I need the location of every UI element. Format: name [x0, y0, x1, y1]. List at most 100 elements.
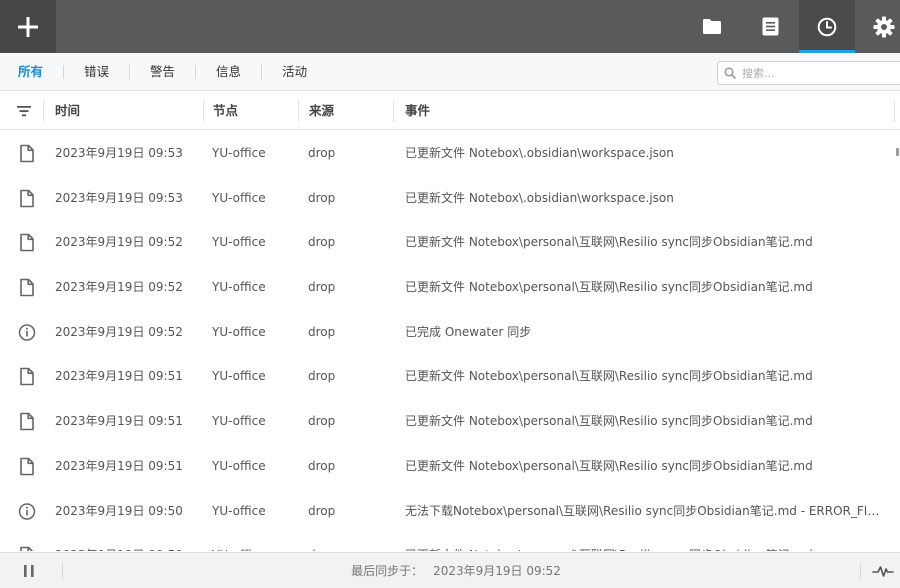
row-node: YU-office — [212, 235, 266, 250]
header-divider — [203, 100, 204, 122]
column-header-node[interactable]: 节点 — [213, 92, 238, 130]
add-folder-button[interactable] — [0, 0, 56, 53]
column-header-time[interactable]: 时间 — [55, 92, 80, 130]
gear-icon — [873, 16, 895, 37]
filter-tabs: 所有 错误 警告 信息 活动 — [0, 53, 327, 91]
row-time: 2023年9月19日 09:51 — [55, 369, 183, 384]
history-row[interactable]: 2023年9月19日 09:52 YU-office drop 已更新文件 No… — [0, 220, 900, 265]
tab-info[interactable]: 信息 — [195, 65, 261, 79]
header-divider — [894, 100, 895, 122]
row-node: YU-office — [212, 190, 266, 205]
row-source: drop — [308, 369, 336, 384]
row-source: drop — [308, 533, 398, 551]
row-event: 已完成 Onewater 同步 — [405, 324, 532, 339]
row-event: 已更新文件 Notebox\personal\互联网\Resilio sync同… — [405, 369, 813, 384]
row-time: 2023年9月19日 09:52 — [55, 280, 183, 295]
file-icon — [18, 546, 36, 551]
row-event: 已更新文件 Notebox\personal\互联网\Resilio sync同… — [405, 280, 813, 295]
top-toolbar — [0, 0, 900, 53]
search-box — [717, 61, 900, 85]
row-time: 2023年9月19日 09:52 — [55, 235, 183, 250]
row-event: 已更新文件 Notebox\.obsidian\workspace.json — [405, 146, 674, 160]
nav-history-button[interactable] — [799, 0, 855, 53]
row-source: drop — [308, 146, 336, 160]
row-node: YU-office — [212, 414, 266, 429]
nav-folders-button[interactable] — [684, 0, 740, 53]
file-icon — [18, 233, 36, 252]
history-row[interactable]: 2023年9月19日 09:52 YU-office drop 已更新文件 No… — [0, 265, 900, 310]
file-icon — [18, 189, 36, 208]
row-time: 2023年9月19日 09:51 — [55, 414, 183, 429]
last-sync-text: 最后同步于： 2023年9月19日 09:52 — [0, 553, 900, 588]
row-time: 2023年9月19日 09:50 — [55, 503, 183, 518]
row-node: YU-office — [212, 369, 266, 384]
tab-errors[interactable]: 错误 — [63, 65, 129, 79]
table-header: 时间 节点 来源 事件 — [0, 92, 900, 130]
row-time: 2023年9月19日 09:52 — [55, 324, 183, 339]
row-node: YU-office — [212, 146, 266, 160]
row-source: drop — [308, 280, 336, 295]
column-header-event[interactable]: 事件 — [405, 92, 430, 130]
folder-icon — [703, 19, 721, 34]
status-bar: 最后同步于： 2023年9月19日 09:52 — [0, 552, 900, 588]
nav-transfers-button[interactable] — [742, 0, 798, 53]
history-row[interactable]: 2023年9月19日 09:53 YU-office drop 已更新文件 No… — [0, 176, 900, 221]
tab-activity[interactable]: 活动 — [261, 65, 327, 79]
filter-bar: 所有 错误 警告 信息 活动 — [0, 53, 900, 91]
status-divider — [62, 563, 63, 579]
history-row[interactable]: 2023年9月19日 09:51 YU-office drop 已更新文件 No… — [0, 444, 900, 489]
row-time: 2023年9月19日 09:51 — [55, 458, 183, 473]
row-time: 2023年9月19日 09:53 — [55, 190, 183, 205]
row-event: 已更新文件 Notebox\personal\互联网\Resilio sync同… — [405, 458, 813, 473]
file-icon — [18, 367, 36, 386]
row-time: 2023年9月19日 09:50 — [55, 533, 205, 551]
row-source: drop — [308, 503, 336, 518]
document-list-icon — [762, 17, 778, 36]
last-sync-label: 最后同步于： — [351, 564, 424, 578]
file-icon — [18, 457, 36, 476]
row-event: 已更新文件 Notebox\personal\互联网\Resilio sync同… — [405, 533, 885, 551]
row-node: YU-office — [212, 533, 302, 551]
filter-lines-icon[interactable] — [14, 102, 34, 120]
scrollbar-thumb[interactable] — [896, 148, 899, 156]
row-node: YU-office — [212, 503, 266, 518]
row-node: YU-office — [212, 458, 266, 473]
row-source: drop — [308, 458, 336, 473]
file-icon — [18, 412, 36, 431]
row-event: 已更新文件 Notebox\personal\互联网\Resilio sync同… — [405, 235, 813, 250]
row-source: drop — [308, 190, 336, 205]
plus-icon — [18, 16, 38, 37]
info-icon — [18, 502, 36, 521]
header-divider — [43, 100, 44, 122]
row-source: drop — [308, 235, 336, 250]
history-row[interactable]: 2023年9月19日 09:53 YU-office drop 已更新文件 No… — [0, 131, 900, 176]
info-icon — [18, 323, 36, 342]
pause-icon[interactable] — [20, 563, 38, 579]
row-node: YU-office — [212, 280, 266, 295]
column-header-source[interactable]: 来源 — [309, 92, 334, 130]
row-node: YU-office — [212, 324, 266, 339]
clock-icon — [817, 17, 837, 36]
search-input[interactable] — [742, 66, 892, 80]
search-icon — [724, 67, 736, 79]
history-row[interactable]: 2023年9月19日 09:50 YU-office drop 已更新文件 No… — [0, 533, 900, 551]
tab-all[interactable]: 所有 — [0, 65, 63, 79]
row-event: 已更新文件 Notebox\.obsidian\workspace.json — [405, 190, 674, 205]
status-divider — [860, 563, 861, 579]
history-row[interactable]: 2023年9月19日 09:51 YU-office drop 已更新文件 No… — [0, 354, 900, 399]
last-sync-time: 2023年9月19日 09:52 — [433, 564, 561, 578]
row-event: 无法下载Notebox\personal\互联网\Resilio sync同步O… — [405, 503, 885, 518]
activity-pulse-icon[interactable] — [872, 563, 894, 579]
history-list[interactable]: 2023年9月19日 09:53 YU-office drop 已更新文件 No… — [0, 131, 900, 551]
tab-warnings[interactable]: 警告 — [129, 65, 195, 79]
row-source: drop — [308, 414, 336, 429]
header-divider — [393, 100, 394, 122]
row-time: 2023年9月19日 09:53 — [55, 146, 183, 160]
history-row[interactable]: 2023年9月19日 09:52 YU-office drop 已完成 Onew… — [0, 310, 900, 355]
file-icon — [18, 278, 36, 297]
history-row[interactable]: 2023年9月19日 09:50 YU-office drop 无法下载Note… — [0, 489, 900, 534]
file-icon — [18, 144, 36, 163]
history-row[interactable]: 2023年9月19日 09:51 YU-office drop 已更新文件 No… — [0, 399, 900, 444]
nav-settings-button[interactable] — [856, 0, 900, 53]
row-source: drop — [308, 324, 336, 339]
